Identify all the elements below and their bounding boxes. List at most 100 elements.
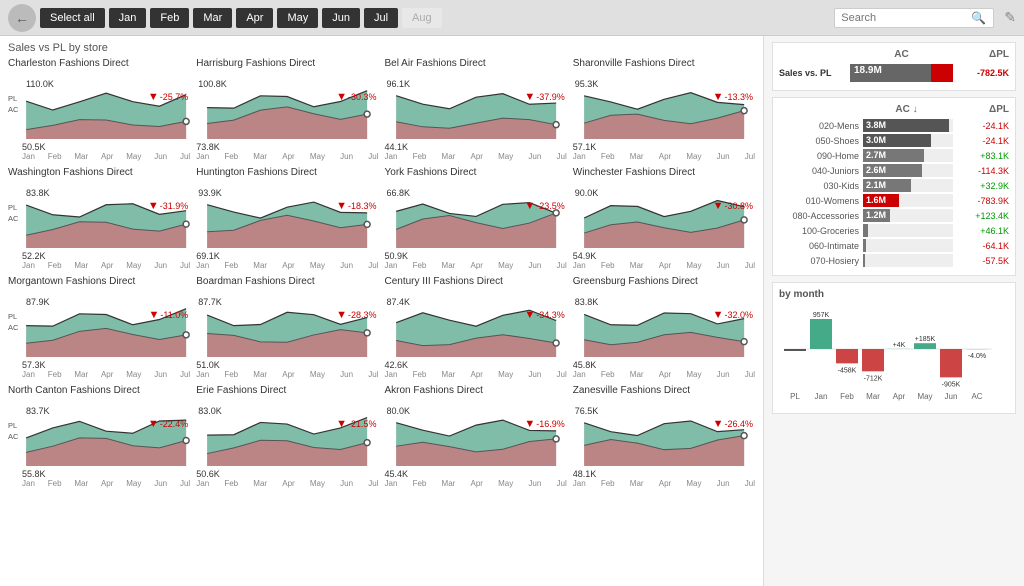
cat-header-spacer (779, 104, 859, 115)
chart-delta: ▼-30.8% (713, 200, 753, 212)
category-label: 100-Groceries (779, 226, 859, 236)
sales-header-ac: AC (849, 49, 954, 60)
chart-delta: ▼-18.3% (336, 200, 376, 212)
svg-text:PL: PL (790, 392, 800, 401)
category-ac-val: 2.1M (866, 180, 886, 190)
chart-bottom-val: 57.1K (573, 142, 755, 152)
svg-text:-905K: -905K (942, 381, 961, 388)
sales-header: AC ΔPL (779, 49, 1009, 60)
chart-delta: ▼-37.9% (524, 91, 564, 103)
chart-side-labels: PLAC (8, 203, 18, 224)
category-label: 020-Mens (779, 121, 859, 131)
chart-side-labels: PLAC (8, 312, 18, 333)
back-button[interactable]: ← (8, 4, 36, 32)
svg-text:Jan: Jan (815, 392, 828, 401)
month-jul-button[interactable]: Jul (364, 8, 398, 28)
by-month-section: by month PL957KJan-458KFeb-712KMar+4KApr… (772, 282, 1016, 414)
store-name: Sharonville Fashions Direct (573, 58, 755, 69)
category-bar-track (863, 224, 953, 237)
store-name: Huntington Fashions Direct (196, 167, 378, 178)
category-label: 090-Home (779, 151, 859, 161)
svg-text:AC: AC (971, 392, 982, 401)
chart-side-labels: PLAC (8, 94, 18, 115)
month-jun-button[interactable]: Jun (322, 8, 360, 28)
categories-section: AC ↓ ΔPL 020-Mens 3.8M -24.1K 050-Shoes … (772, 97, 1016, 276)
chart-svg-container (196, 188, 378, 251)
chart-top-val: 83.0K (198, 406, 222, 416)
category-row: 040-Juniors 2.6M -114.3K (779, 164, 1009, 177)
store-name: Winchester Fashions Direct (573, 167, 755, 178)
chart-top-val: 80.0K (387, 406, 411, 416)
store-chart: Akron Fashions Direct 80.0K 45.4K ▼-16.9… (385, 385, 567, 488)
store-name: York Fashions Direct (385, 167, 567, 178)
chart-delta: ▼-23.5% (524, 200, 564, 212)
category-row: 050-Shoes 3.0M -24.1K (779, 134, 1009, 147)
store-name: Century III Fashions Direct (385, 276, 567, 287)
svg-text:Mar: Mar (866, 392, 880, 401)
svg-text:-712K: -712K (864, 375, 883, 382)
search-icon: 🔍 (971, 11, 986, 25)
category-row: 080-Accessories 1.2M +123.4K (779, 209, 1009, 222)
chart-svg-container (573, 297, 755, 360)
delta-arrow: ▼ (524, 91, 535, 103)
category-row: 020-Mens 3.8M -24.1K (779, 119, 1009, 132)
store-chart: Washington Fashions Direct 83.8K PLAC 52… (8, 167, 190, 270)
left-panel: Sales vs PL by store Charleston Fashions… (0, 36, 764, 586)
month-jan-button[interactable]: Jan (109, 8, 147, 28)
category-label: 030-Kids (779, 181, 859, 191)
svg-text:-4.0%: -4.0% (968, 353, 986, 360)
store-chart: Boardman Fashions Direct 87.7K 51.0K ▼-2… (196, 276, 378, 379)
store-chart: Huntington Fashions Direct 93.9K 69.1K ▼… (196, 167, 378, 270)
chart-delta: ▼-26.4% (713, 418, 753, 430)
category-label: 060-Intimate (779, 241, 859, 251)
chart-delta: ▼-22.4% (148, 418, 188, 430)
select-all-button[interactable]: Select all (40, 8, 105, 28)
month-aug-button[interactable]: Aug (402, 8, 442, 28)
chart-bottom-val: 73.8K (196, 142, 378, 152)
chart-x-labels: JanFebMarAprMayJunJul (196, 152, 378, 161)
chart-x-labels: JanFebMarAprMayJunJul (22, 479, 190, 488)
month-may-button[interactable]: May (277, 8, 318, 28)
main-layout: Sales vs PL by store Charleston Fashions… (0, 36, 1024, 586)
by-month-chart: PL957KJan-458KFeb-712KMar+4KApr+185KMay-… (779, 304, 1009, 407)
chart-x-labels: JanFebMarAprMayJunJul (22, 370, 190, 379)
chart-bottom-val: 44.1K (385, 142, 567, 152)
chart-side-labels: PLAC (8, 421, 18, 442)
category-bar-track: 3.0M (863, 134, 953, 147)
chart-bottom-val: 52.2K (22, 251, 190, 261)
month-feb-button[interactable]: Feb (150, 8, 189, 28)
chart-top-val: 93.9K (198, 188, 222, 198)
chart-top-val: 87.7K (198, 297, 222, 307)
delta-arrow: ▼ (336, 309, 347, 321)
category-delta: -24.1K (957, 136, 1009, 146)
sales-neg-bar (931, 64, 953, 82)
month-mar-button[interactable]: Mar (193, 8, 232, 28)
store-chart: York Fashions Direct 66.8K 50.9K ▼-23.5% (385, 167, 567, 270)
chart-bottom-val: 50.6K (196, 469, 378, 479)
category-bar-track: 3.8M (863, 119, 953, 132)
chart-delta: ▼-16.9% (524, 418, 564, 430)
sales-header-spacer (779, 49, 849, 60)
chart-bottom-val: 54.9K (573, 251, 755, 261)
chart-svg-container (573, 188, 755, 251)
category-delta: -24.1K (957, 121, 1009, 131)
category-ac-val: 2.6M (866, 165, 886, 175)
chart-delta: ▼-34.3% (524, 309, 564, 321)
category-bar-track: 2.6M (863, 164, 953, 177)
filter-icon[interactable]: ✎ (1004, 9, 1016, 26)
category-row: 010-Womens 1.6M -783.9K (779, 194, 1009, 207)
store-chart: Greensburg Fashions Direct 83.8K 45.8K ▼… (573, 276, 755, 379)
store-name: Morgantown Fashions Direct (8, 276, 190, 287)
chart-svg-container (573, 79, 755, 142)
search-box: 🔍 (834, 8, 994, 28)
chart-svg-container (385, 406, 567, 469)
category-row: 090-Home 2.7M +83.1K (779, 149, 1009, 162)
chart-x-labels: JanFebMarAprMayJunJul (385, 370, 567, 379)
store-chart: Bel Air Fashions Direct 96.1K 44.1K ▼-37… (385, 58, 567, 161)
delta-arrow: ▼ (336, 418, 347, 430)
chart-bottom-val: 69.1K (196, 251, 378, 261)
chart-bottom-val: 55.8K (22, 469, 190, 479)
search-input[interactable] (841, 12, 971, 24)
delta-arrow: ▼ (713, 91, 724, 103)
month-apr-button[interactable]: Apr (236, 8, 273, 28)
